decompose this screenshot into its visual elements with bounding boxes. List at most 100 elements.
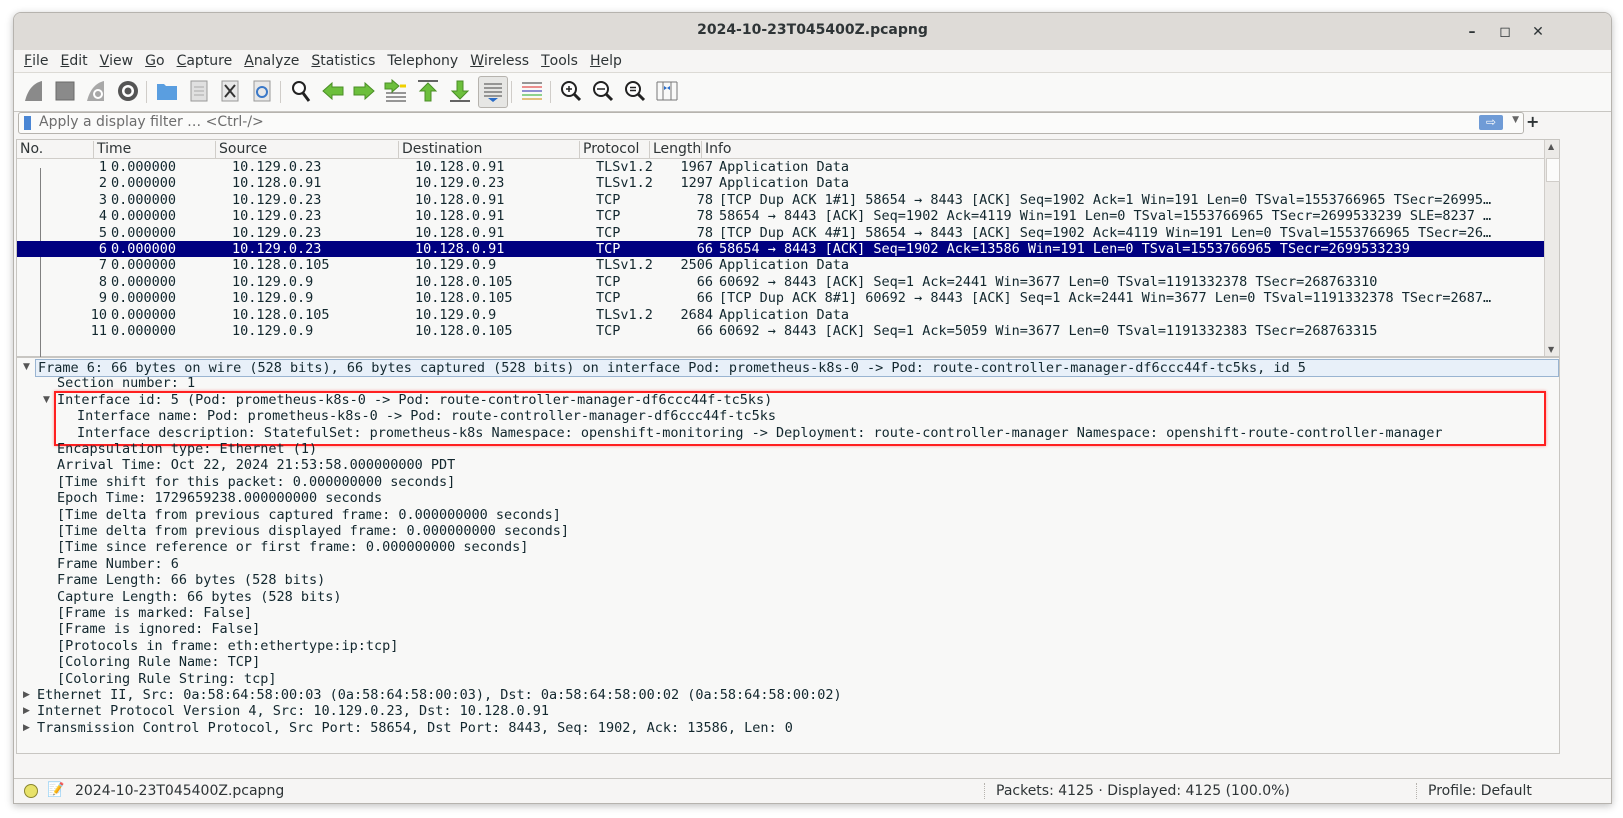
detail-tree-item[interactable]: Frame Number: 6 xyxy=(57,556,179,572)
scroll-down-icon[interactable]: ▼ xyxy=(1548,345,1554,354)
menu-view[interactable]: View xyxy=(94,50,140,72)
packet-row[interactable]: 4 0.000000 10.129.0.23 10.128.0.91 TCP 78 5865… xyxy=(17,208,1559,224)
column-header-info[interactable]: Info xyxy=(701,141,732,158)
detail-tree-item[interactable]: [Frame is ignored: False] xyxy=(57,621,260,637)
detail-tree-item[interactable]: Section number: 1 xyxy=(57,375,195,391)
packet-cell-source: 10.128.0.91 xyxy=(232,175,322,192)
zoom-out-icon[interactable] xyxy=(590,78,616,104)
reload-file-icon[interactable] xyxy=(249,78,275,104)
bookmark-icon[interactable] xyxy=(24,116,31,130)
go-first-icon[interactable] xyxy=(415,78,441,104)
menu-go[interactable]: Go xyxy=(139,50,170,72)
column-header-protocol[interactable]: Protocol xyxy=(579,141,639,158)
expert-info-status-icon[interactable] xyxy=(24,784,38,798)
close-file-icon[interactable] xyxy=(217,78,243,104)
add-filter-button[interactable]: + xyxy=(1526,112,1539,131)
menu-analyze[interactable]: Analyze xyxy=(238,50,305,72)
expander-right-icon[interactable]: ▶ xyxy=(23,706,30,716)
go-to-packet-icon[interactable] xyxy=(383,78,409,104)
detail-tree-item[interactable]: Interface id: 5 (Pod: prometheus-k8s-0 -… xyxy=(57,392,772,408)
open-file-icon[interactable] xyxy=(154,78,180,104)
packet-row[interactable]: 2 0.000000 10.128.0.91 10.129.0.23 TLSv1.2 12… xyxy=(17,175,1559,191)
scroll-up-icon[interactable]: ▲ xyxy=(1548,142,1554,151)
menu-mnemonic: A xyxy=(244,53,254,69)
detail-tree-item[interactable]: Transmission Control Protocol, Src Port:… xyxy=(37,720,793,736)
column-header-time[interactable]: Time xyxy=(93,141,131,158)
detail-tree-item[interactable]: [Frame is marked: False] xyxy=(57,605,252,621)
go-back-icon[interactable] xyxy=(320,78,346,104)
packet-row[interactable]: 6 0.000000 10.129.0.23 10.128.0.91 TCP 66 5865… xyxy=(17,241,1559,258)
detail-tree-item[interactable]: [Time delta from previous captured frame… xyxy=(57,507,561,523)
scrollbar-thumb[interactable] xyxy=(1546,158,1560,182)
detail-tree-item[interactable]: Frame 6: 66 bytes on wire (528 bits), 66… xyxy=(35,359,1559,378)
detail-tree-item[interactable]: [Time delta from previous displayed fram… xyxy=(57,523,569,539)
menu-capture[interactable]: Capture xyxy=(171,50,239,72)
minimize-button[interactable]: – xyxy=(1461,21,1483,43)
detail-tree-item[interactable]: Arrival Time: Oct 22, 2024 21:53:58.0000… xyxy=(57,457,455,473)
stop-capture-icon[interactable] xyxy=(52,78,78,104)
detail-tree-item[interactable]: Frame Length: 66 bytes (528 bits) xyxy=(57,572,325,588)
packet-row[interactable]: 7 0.000000 10.128.0.105 10.129.0.9 TLSv1.2 25… xyxy=(17,257,1559,273)
status-profile[interactable]: Profile: Default xyxy=(1428,783,1532,799)
expander-right-icon[interactable]: ▶ xyxy=(23,690,30,700)
filter-history-chevron-down-icon[interactable]: ▼ xyxy=(1512,115,1519,125)
go-forward-icon[interactable] xyxy=(351,78,377,104)
menu-help[interactable]: Help xyxy=(584,50,628,72)
expander-down-icon[interactable]: ▼ xyxy=(23,362,30,372)
packet-row[interactable]: 8 0.000000 10.129.0.9 10.128.0.105 TCP 66 6069… xyxy=(17,274,1559,290)
packet-row[interactable]: 3 0.000000 10.129.0.23 10.128.0.91 TCP 78 [TCP… xyxy=(17,192,1559,208)
menu-edit[interactable]: Edit xyxy=(54,50,93,72)
column-header-source[interactable]: Source xyxy=(215,141,267,158)
detail-tree-item[interactable]: Interface name: Pod: prometheus-k8s-0 ->… xyxy=(77,408,776,424)
detail-tree-item[interactable]: Encapsulation type: Ethernet (1) xyxy=(57,441,317,457)
menu-file[interactable]: File xyxy=(14,50,54,72)
column-header-destination[interactable]: Destination xyxy=(398,141,482,158)
apply-filter-arrow-icon[interactable]: ⇨ xyxy=(1479,115,1503,130)
restart-capture-icon[interactable] xyxy=(83,78,109,104)
display-filter-input[interactable]: Apply a display filter … <Ctrl-/> ⇨ ▼ xyxy=(18,112,1524,134)
zoom-in-icon[interactable] xyxy=(558,78,584,104)
column-header-no[interactable]: No. xyxy=(17,141,43,158)
menu-statistics[interactable]: Statistics xyxy=(305,50,381,72)
maximize-button[interactable]: ◻ xyxy=(1494,21,1516,43)
resize-columns-icon[interactable] xyxy=(654,78,680,104)
menu-mnemonic: W xyxy=(470,53,485,69)
close-button[interactable]: ✕ xyxy=(1527,21,1549,43)
menu-wireless[interactable]: Wireless xyxy=(464,50,535,72)
packet-row[interactable]: 1 0.000000 10.129.0.23 10.128.0.91 TLSv1.2 19… xyxy=(17,159,1559,175)
detail-tree-item[interactable]: Interface description: StatefulSet: prom… xyxy=(77,425,1442,441)
packet-row[interactable]: 5 0.000000 10.129.0.23 10.128.0.91 TCP 78 [TCP… xyxy=(17,225,1559,241)
colorize-icon[interactable] xyxy=(519,78,545,104)
detail-tree-item[interactable]: [Time shift for this packet: 0.000000000… xyxy=(57,474,455,490)
detail-tree-item[interactable]: Ethernet II, Src: 0a:58:64:58:00:03 (0a:… xyxy=(37,687,842,703)
detail-tree-item[interactable]: [Coloring Rule String: tcp] xyxy=(57,671,276,687)
packet-cell-time: 0.000000 xyxy=(111,191,177,208)
window-title: 2024-10-23T045400Z.pcapng xyxy=(697,22,928,38)
find-packet-icon[interactable] xyxy=(288,78,314,104)
detail-tree-item[interactable]: Internet Protocol Version 4, Src: 10.129… xyxy=(37,703,549,719)
expander-right-icon[interactable]: ▶ xyxy=(23,723,30,733)
zoom-normal-icon[interactable] xyxy=(622,78,648,104)
capture-options-icon[interactable] xyxy=(115,78,141,104)
save-file-icon[interactable] xyxy=(186,78,212,104)
menu-tools[interactable]: Tools xyxy=(535,50,584,72)
packet-cell-length: 1297 xyxy=(680,175,713,192)
packet-row[interactable]: 11 0.000000 10.129.0.9 10.128.0.105 TCP 66 606… xyxy=(17,323,1559,339)
go-last-icon[interactable] xyxy=(447,78,473,104)
packet-list-scrollbar[interactable]: ▲ ▼ xyxy=(1544,140,1560,356)
capture-comment-icon[interactable]: 📝 xyxy=(47,782,64,798)
detail-tree-item[interactable]: Epoch Time: 1729659238.000000000 seconds xyxy=(57,490,382,506)
expander-down-icon[interactable]: ▼ xyxy=(43,395,50,405)
packet-row[interactable]: 10 0.000000 10.128.0.105 10.129.0.9 TLSv1.2 2… xyxy=(17,307,1559,323)
start-capture-icon[interactable] xyxy=(21,78,47,104)
detail-tree-item[interactable]: [Protocols in frame: eth:ethertype:ip:tc… xyxy=(57,638,398,654)
menu-telephony[interactable]: Telephony xyxy=(381,50,464,72)
autoscroll-icon[interactable] xyxy=(478,76,508,108)
detail-tree-item[interactable]: [Time since reference or first frame: 0.… xyxy=(57,539,528,555)
packet-cell-no: 10 xyxy=(90,306,107,323)
column-header-length[interactable]: Length xyxy=(649,141,701,158)
packet-cell-source: 10.128.0.105 xyxy=(232,306,330,323)
detail-tree-item[interactable]: [Coloring Rule Name: TCP] xyxy=(57,654,260,670)
packet-row[interactable]: 9 0.000000 10.129.0.9 10.128.0.105 TCP 66 [TCP… xyxy=(17,290,1559,306)
detail-tree-item[interactable]: Capture Length: 66 bytes (528 bits) xyxy=(57,589,341,605)
